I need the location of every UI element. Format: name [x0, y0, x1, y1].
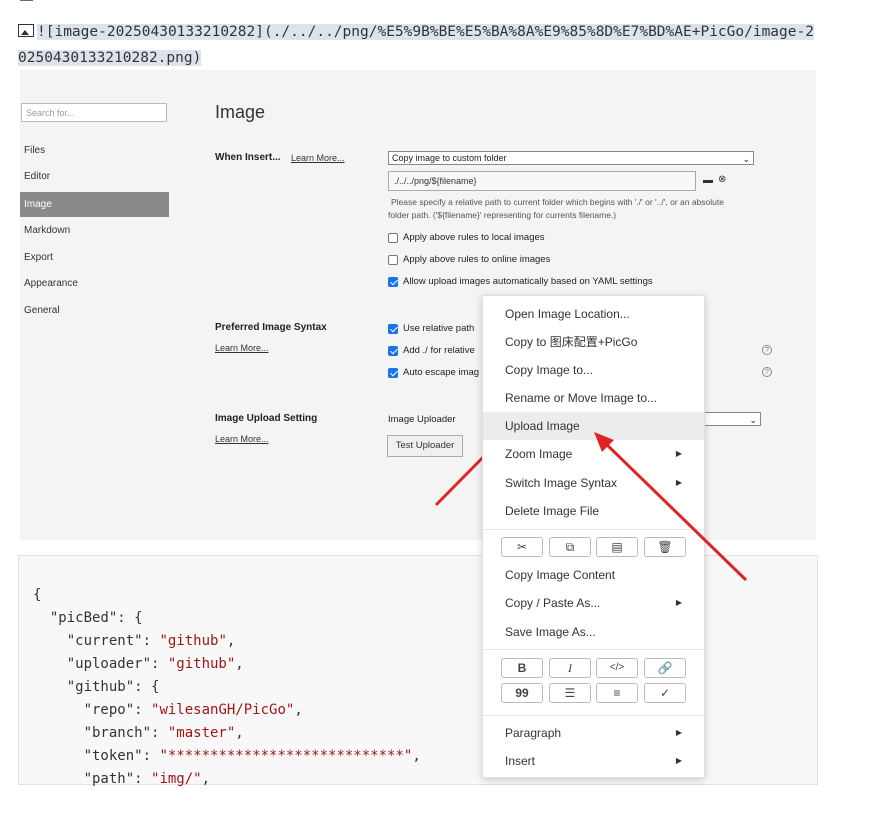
annotation-arrow-upload: [600, 438, 748, 582]
annotation-arrow-overlay: [594, 432, 748, 582]
